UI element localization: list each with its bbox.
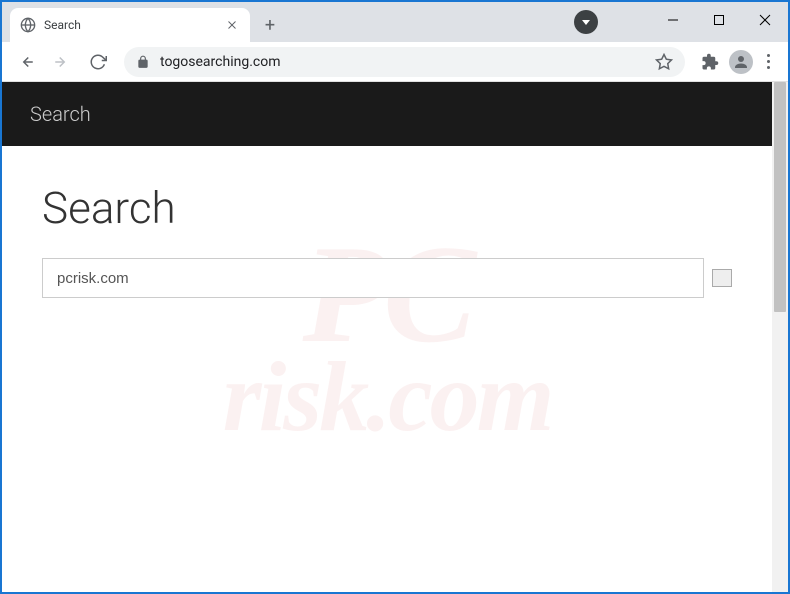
star-icon[interactable] [655, 53, 673, 71]
new-tab-button[interactable]: + [256, 11, 284, 39]
scrollbar[interactable] [772, 82, 788, 592]
tab-search-icon[interactable] [574, 10, 598, 34]
forward-button[interactable] [46, 46, 78, 78]
menu-icon[interactable] [763, 50, 774, 73]
window-controls [650, 2, 788, 38]
address-bar[interactable]: togosearching.com [124, 47, 685, 77]
site-header-title: Search [30, 102, 91, 126]
lock-icon [136, 55, 150, 69]
scrollbar-thumb[interactable] [774, 82, 786, 312]
window-close-button[interactable] [742, 2, 788, 38]
extensions-icon[interactable] [701, 53, 719, 71]
globe-icon [20, 17, 36, 33]
search-input[interactable] [42, 258, 704, 298]
search-submit-button[interactable] [712, 269, 732, 287]
minimize-button[interactable] [650, 2, 696, 38]
profile-avatar[interactable] [729, 50, 753, 74]
url-text: togosearching.com [160, 54, 645, 70]
site-header: Search [2, 82, 772, 146]
browser-tab[interactable]: Search [10, 8, 250, 42]
maximize-button[interactable] [696, 2, 742, 38]
tab-title: Search [44, 18, 216, 32]
page-content: PC risk.com Search Search [2, 82, 772, 592]
reload-button[interactable] [82, 46, 114, 78]
close-icon[interactable] [224, 17, 240, 33]
browser-toolbar: togosearching.com [2, 42, 788, 82]
page-heading: Search [42, 182, 732, 234]
back-button[interactable] [10, 46, 42, 78]
